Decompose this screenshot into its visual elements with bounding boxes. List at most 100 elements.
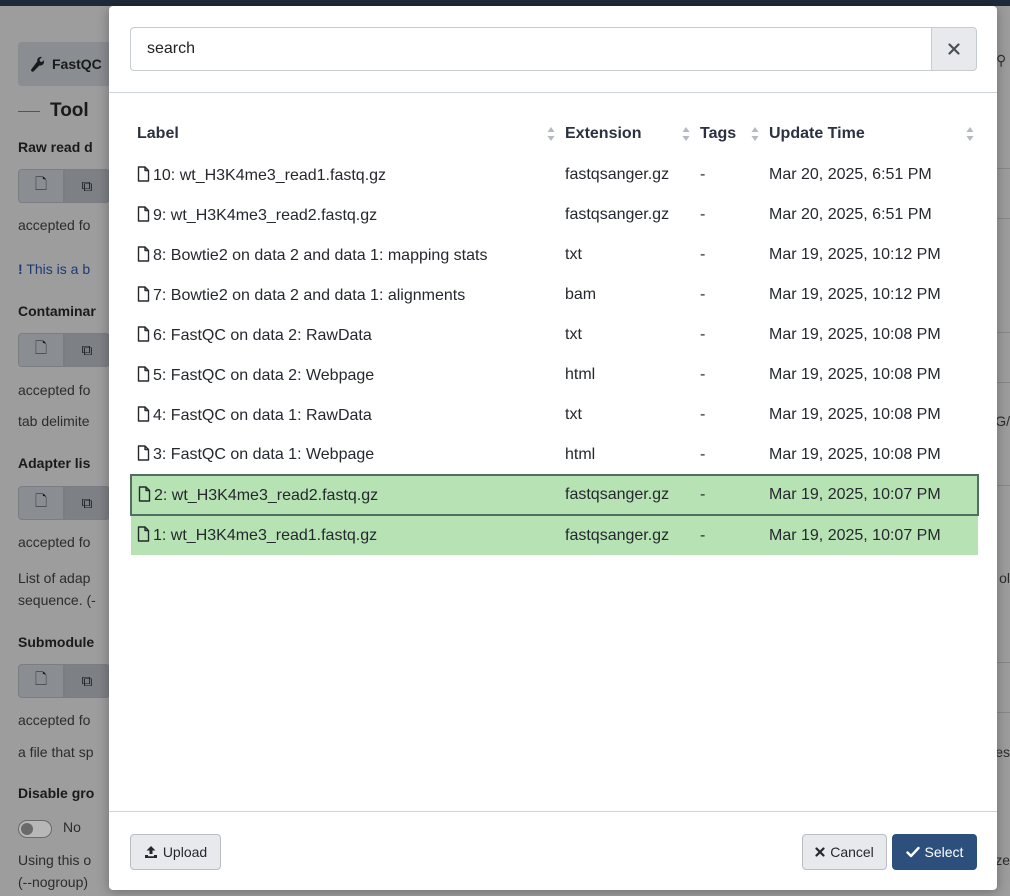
select-button[interactable]: Select xyxy=(892,834,977,870)
dataset-row[interactable]: 3: FastQC on data 1: Webpage html - Mar 19,… xyxy=(131,435,978,475)
dataset-label: 2: wt_H3K4me3_read2.fastq.gz xyxy=(154,486,379,504)
clipped-text: ol xyxy=(999,570,1010,586)
file-icon xyxy=(137,285,150,302)
dataset-update-time: Mar 19, 2025, 10:07 PM xyxy=(763,515,978,555)
file-icon xyxy=(138,485,151,502)
column-header-tags[interactable]: Tags xyxy=(694,113,763,155)
dataset-table: Label Extension Tags Update Time 10: wt_… xyxy=(130,113,979,555)
dataset-extension: txt xyxy=(565,326,582,343)
dataset-tags: - xyxy=(700,206,706,223)
dataset-tags: - xyxy=(700,445,706,463)
dataset-row[interactable]: 4: FastQC on data 1: RawData txt - Mar 19, … xyxy=(131,395,978,435)
dataset-label: 9: wt_H3K4me3_read2.fastq.gz xyxy=(153,206,378,224)
single-file-icon: 🗋 xyxy=(18,169,64,203)
file-icon xyxy=(137,205,150,222)
dataset-row[interactable]: 10: wt_H3K4me3_read1.fastq.gz fastqsanger… xyxy=(131,155,978,195)
select-label: Select xyxy=(924,844,964,860)
upload-button[interactable]: Upload xyxy=(130,834,221,870)
param-label: Adapter lis xyxy=(18,455,91,471)
sort-icon xyxy=(751,127,759,141)
dataset-extension: fastqsanger.gz xyxy=(565,206,670,223)
param-help-text: tab delimite xyxy=(18,413,90,429)
dataset-update-time: Mar 19, 2025, 10:08 PM xyxy=(769,326,941,343)
column-header-extension[interactable]: Extension xyxy=(559,113,694,155)
dataset-update-time: Mar 19, 2025, 10:12 PM xyxy=(769,286,941,303)
dataset-extension: html xyxy=(565,445,596,463)
check-icon xyxy=(905,846,920,858)
param-help-text: Using this o xyxy=(18,852,92,868)
sitemap-icon: ⚲ xyxy=(996,52,1007,68)
dataset-extension: fastqsanger.gz xyxy=(559,474,694,516)
dataset-row[interactable]: 8: Bowtie2 on data 2 and data 1: mapping… xyxy=(131,235,978,275)
clipped-text: ze xyxy=(995,852,1010,868)
dataset-label-cell: 8: Bowtie2 on data 2 and data 1: mapping… xyxy=(131,235,559,275)
dataset-row[interactable]: 9: wt_H3K4me3_read2.fastq.gz fastqsanger.… xyxy=(131,195,978,235)
tool-heading-text: Tool xyxy=(50,100,89,121)
dataset-selection-dialog: Label Extension Tags Update Time 10: wt_… xyxy=(109,6,997,890)
dataset-table-container: Label Extension Tags Update Time 10: wt_… xyxy=(130,113,979,555)
param-label: Raw read d xyxy=(18,139,93,155)
upload-icon xyxy=(144,846,157,858)
accepted-formats-text: accepted fo xyxy=(18,534,91,550)
dataset-label-cell: 7: Bowtie2 on data 2 and data 1: alignme… xyxy=(131,275,559,315)
param-help-text: List of adap xyxy=(18,570,91,586)
dataset-extension: bam xyxy=(565,286,597,303)
divider xyxy=(997,218,1010,219)
dataset-tags: - xyxy=(700,286,706,303)
divider xyxy=(997,485,1010,486)
dataset-label: 10: wt_H3K4me3_read1.fastq.gz xyxy=(153,166,387,184)
dataset-label-cell: 5: FastQC on data 2: Webpage xyxy=(131,355,559,395)
tool-button-label: FastQC xyxy=(52,56,102,72)
file-icon xyxy=(137,526,150,542)
dataset-label-cell: 3: FastQC on data 1: Webpage xyxy=(131,435,559,475)
info-note: ! This is a b xyxy=(18,261,91,277)
dataset-tags: - xyxy=(694,515,763,555)
file-icon xyxy=(137,405,150,422)
dataset-update-time: Mar 20, 2025, 6:51 PM xyxy=(769,206,932,223)
dataset-tags: - xyxy=(700,246,706,263)
dataset-label-cell: 10: wt_H3K4me3_read1.fastq.gz xyxy=(131,155,559,195)
dataset-tags: - xyxy=(700,166,706,183)
dialog-footer: Upload Cancel Select xyxy=(109,811,997,890)
dataset-mode-buttons: 🗋 ⧉ xyxy=(18,169,110,203)
column-header-update-time[interactable]: Update Time xyxy=(763,113,978,155)
dataset-row[interactable]: 1: wt_H3K4me3_read1.fastq.gz fastqsanger.… xyxy=(131,515,978,555)
file-icon xyxy=(137,245,150,262)
param-help-text: (--nogroup) xyxy=(18,874,89,890)
dataset-tags: - xyxy=(694,474,763,516)
divider xyxy=(997,382,1010,383)
file-icon xyxy=(137,325,150,342)
search-input[interactable] xyxy=(130,27,931,71)
file-icon xyxy=(137,445,150,461)
accepted-formats-text: accepted fo xyxy=(18,712,91,728)
dataset-label: 6: FastQC on data 2: RawData xyxy=(153,326,372,344)
close-icon xyxy=(948,43,960,55)
single-file-icon: 🗋 xyxy=(18,333,64,367)
clear-search-button[interactable] xyxy=(931,27,977,71)
dataset-mode-buttons: 🗋 ⧉ xyxy=(18,333,110,367)
close-icon xyxy=(815,847,825,857)
dataset-row[interactable]: 2: wt_H3K4me3_read2.fastq.gz fastqsanger.… xyxy=(130,474,979,516)
param-label: Contaminar xyxy=(18,303,96,319)
file-icon xyxy=(137,165,150,182)
column-header-label[interactable]: Label xyxy=(131,113,559,155)
divider xyxy=(997,662,1010,663)
dataset-mode-buttons: 🗋 ⧉ xyxy=(18,486,110,520)
dataset-row[interactable]: 6: FastQC on data 2: RawData txt - Mar 19, … xyxy=(131,315,978,355)
dataset-label: 7: Bowtie2 on data 2 and data 1: alignme… xyxy=(153,286,466,304)
dataset-label-cell: 9: wt_H3K4me3_read2.fastq.gz xyxy=(131,195,559,235)
cancel-button[interactable]: Cancel xyxy=(802,834,887,870)
dataset-row[interactable]: 5: FastQC on data 2: Webpage html - Mar 19,… xyxy=(131,355,978,395)
dataset-label: 3: FastQC on data 1: Webpage xyxy=(153,446,375,463)
clipped-text: es xyxy=(995,744,1010,760)
dataset-update-time: Mar 20, 2025, 6:51 PM xyxy=(769,166,932,183)
dataset-extension: fastqsanger.gz xyxy=(559,515,694,555)
dataset-extension: fastqsanger.gz xyxy=(565,166,670,183)
dataset-label: 4: FastQC on data 1: RawData xyxy=(153,406,372,424)
dataset-extension: html xyxy=(565,366,596,383)
dataset-extension: txt xyxy=(565,406,582,423)
divider xyxy=(997,168,1010,169)
toggle-label: No xyxy=(63,819,81,835)
dataset-row[interactable]: 7: Bowtie2 on data 2 and data 1: alignme… xyxy=(131,275,978,315)
multiple-files-icon: ⧉ xyxy=(64,664,110,698)
